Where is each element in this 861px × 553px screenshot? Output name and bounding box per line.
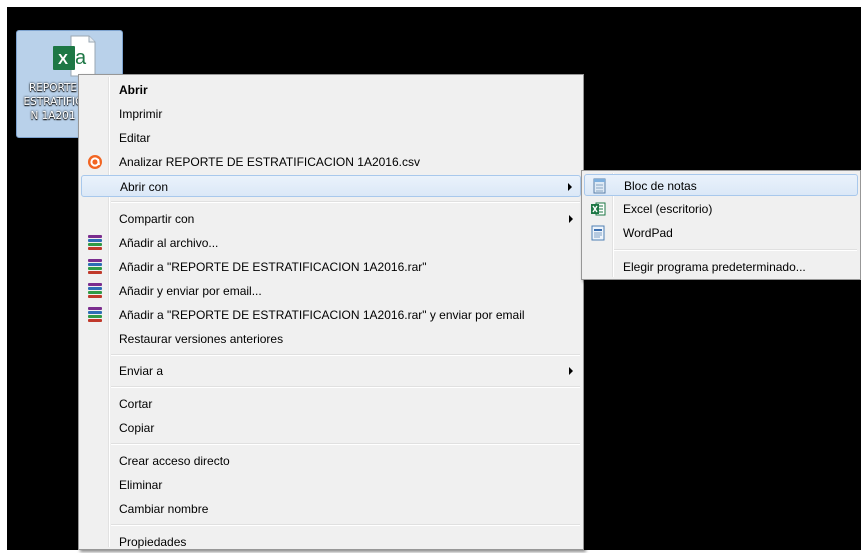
menu-item-label: Añadir a "REPORTE DE ESTRATIFICACION 1A2… bbox=[119, 260, 427, 274]
menu-item-label: Crear acceso directo bbox=[119, 454, 230, 468]
menu-item-label: Añadir a "REPORTE DE ESTRATIFICACION 1A2… bbox=[119, 308, 525, 322]
excel-badge-text: X bbox=[58, 51, 68, 68]
open-with-submenu: Bloc de notas Excel (escritorio) WordPad… bbox=[581, 170, 861, 280]
menu-item-anadir-email[interactable]: Añadir y enviar por email... bbox=[81, 280, 581, 302]
submenu-item-elegir-programa[interactable]: Elegir programa predeterminado... bbox=[584, 256, 858, 278]
menu-item-cambiar-nombre[interactable]: Cambiar nombre bbox=[81, 498, 581, 520]
menu-item-compartir-con[interactable]: Compartir con bbox=[81, 208, 581, 230]
menu-item-eliminar[interactable]: Eliminar bbox=[81, 474, 581, 496]
submenu-arrow-icon bbox=[568, 183, 572, 191]
menu-separator bbox=[111, 201, 580, 203]
menu-item-cortar[interactable]: Cortar bbox=[81, 393, 581, 415]
submenu-item-wordpad[interactable]: WordPad bbox=[584, 222, 858, 244]
avast-icon bbox=[88, 155, 102, 169]
menu-item-label: Añadir y enviar por email... bbox=[119, 284, 262, 298]
menu-item-label: Editar bbox=[119, 131, 151, 145]
menu-item-label: Abrir con bbox=[120, 180, 169, 194]
menu-item-abrir-con[interactable]: Abrir con bbox=[81, 175, 581, 197]
menu-item-crear-acceso-directo[interactable]: Crear acceso directo bbox=[81, 450, 581, 472]
menu-item-label: Cortar bbox=[119, 397, 153, 411]
menu-item-restaurar-versiones[interactable]: Restaurar versiones anteriores bbox=[81, 328, 581, 350]
menu-item-label: Analizar REPORTE DE ESTRATIFICACION 1A20… bbox=[119, 155, 420, 169]
file-name-line-3: N 1A201 bbox=[30, 110, 76, 122]
menu-item-label: Copiar bbox=[119, 421, 155, 435]
menu-separator bbox=[111, 443, 580, 445]
menu-item-label: Eliminar bbox=[119, 478, 163, 492]
submenu-arrow-icon bbox=[569, 215, 573, 223]
wordpad-icon bbox=[591, 225, 605, 241]
menu-item-label: Cambiar nombre bbox=[119, 502, 209, 516]
submenu-item-label: Excel (escritorio) bbox=[623, 202, 713, 216]
menu-item-label: Enviar a bbox=[119, 364, 164, 378]
excel-csv-icon: a X bbox=[53, 35, 96, 77]
menu-item-editar[interactable]: Editar bbox=[81, 127, 581, 149]
menu-item-label: Propiedades bbox=[119, 535, 187, 549]
winrar-icon bbox=[88, 235, 102, 250]
menu-item-anadir-rar-email[interactable]: Añadir a "REPORTE DE ESTRATIFICACION 1A2… bbox=[81, 304, 581, 326]
winrar-icon bbox=[88, 307, 102, 322]
menu-item-abrir[interactable]: Abrir bbox=[81, 79, 581, 101]
menu-item-anadir-rar[interactable]: Añadir a "REPORTE DE ESTRATIFICACION 1A2… bbox=[81, 256, 581, 278]
menu-item-copiar[interactable]: Copiar bbox=[81, 417, 581, 439]
file-name-line-2: ESTRATIFIC bbox=[23, 96, 83, 108]
menu-item-enviar-a[interactable]: Enviar a bbox=[81, 360, 581, 382]
menu-separator bbox=[111, 524, 580, 526]
menu-item-anadir-archivo[interactable]: Añadir al archivo... bbox=[81, 232, 581, 254]
file-name-line-1: REPORTE bbox=[28, 82, 78, 94]
menu-item-label: Abrir bbox=[119, 83, 148, 97]
menu-separator bbox=[111, 354, 580, 356]
menu-item-label: Añadir al archivo... bbox=[119, 236, 219, 250]
menu-item-label: Compartir con bbox=[119, 212, 195, 226]
menu-separator bbox=[614, 249, 857, 251]
submenu-item-label: WordPad bbox=[623, 226, 673, 240]
svg-text:a: a bbox=[75, 47, 87, 69]
winrar-icon bbox=[88, 283, 102, 298]
submenu-arrow-icon bbox=[569, 367, 573, 375]
menu-item-imprimir[interactable]: Imprimir bbox=[81, 103, 581, 125]
excel-icon bbox=[591, 202, 606, 216]
menu-item-label: Restaurar versiones anteriores bbox=[119, 332, 284, 346]
submenu-item-label: Bloc de notas bbox=[624, 179, 697, 193]
winrar-icon bbox=[88, 259, 102, 274]
submenu-item-label: Elegir programa predeterminado... bbox=[623, 260, 806, 274]
menu-item-analizar[interactable]: Analizar REPORTE DE ESTRATIFICACION 1A20… bbox=[81, 151, 581, 173]
menu-item-label: Imprimir bbox=[119, 107, 163, 121]
submenu-item-excel[interactable]: Excel (escritorio) bbox=[584, 198, 858, 220]
submenu-item-bloc-de-notas[interactable]: Bloc de notas bbox=[584, 174, 858, 196]
notepad-icon bbox=[593, 178, 606, 194]
context-menu: Abrir Imprimir Editar Analizar REPORTE D… bbox=[78, 74, 584, 550]
menu-separator bbox=[111, 386, 580, 388]
